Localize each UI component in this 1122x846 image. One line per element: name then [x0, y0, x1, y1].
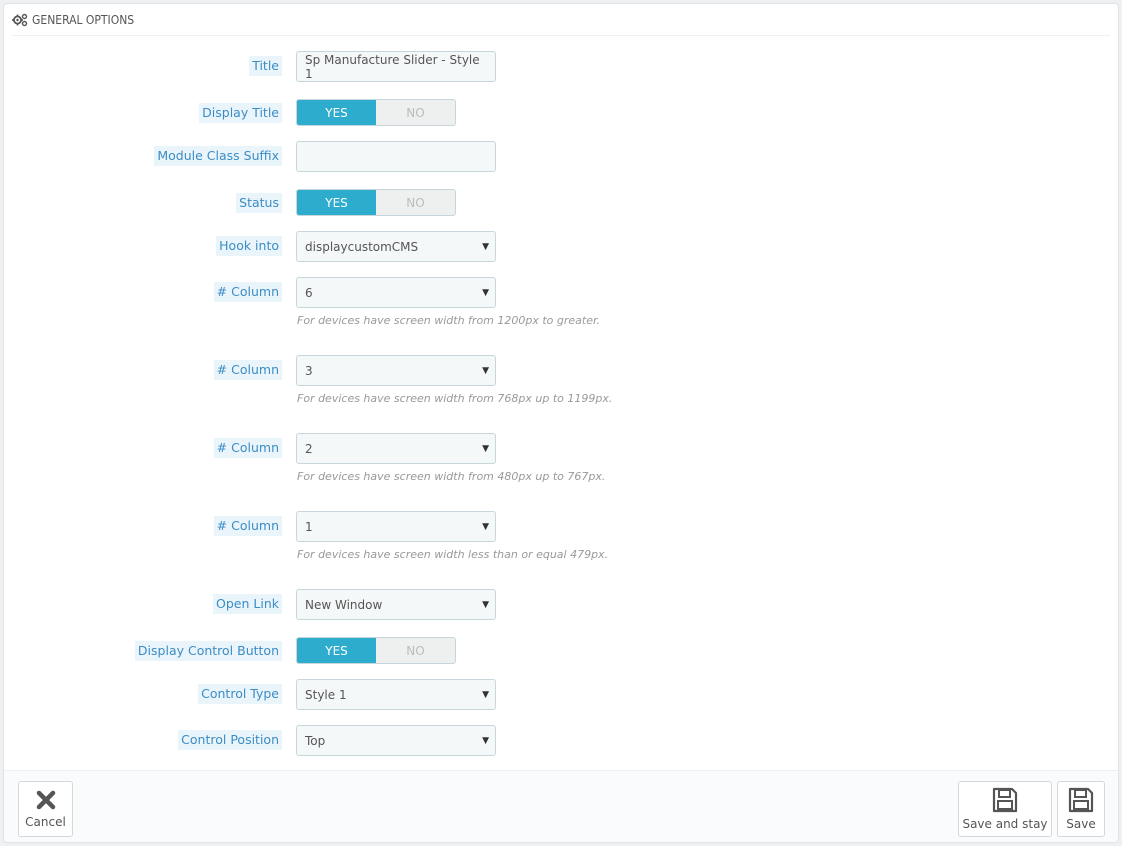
control-position-row: Control Position Top ▼ — [4, 725, 1118, 756]
column-help: For devices have screen width less than … — [297, 548, 609, 561]
caret-down-icon: ▼ — [482, 366, 489, 376]
column-row-xsmall: # Column 1 ▼ For devices have screen wid… — [4, 511, 1118, 561]
title-input[interactable]: Sp Manufacture Slider - Style 1 — [296, 51, 496, 82]
panel-footer: Cancel Save and stay Save — [4, 770, 1118, 842]
column-label: # Column — [213, 360, 282, 380]
control-type-row: Control Type Style 1 ▼ — [4, 679, 1118, 710]
display-control-label: Display Control Button — [134, 640, 282, 661]
display-title-yes[interactable]: YES — [297, 100, 376, 125]
save-button[interactable]: Save — [1057, 781, 1105, 837]
column-label: # Column — [213, 438, 282, 458]
column-label: # Column — [213, 282, 282, 302]
column-value: 2 — [305, 441, 313, 456]
status-no[interactable]: NO — [376, 190, 455, 215]
general-options-panel: GENERAL OPTIONS Title Sp Manufacture Sli… — [3, 3, 1119, 843]
caret-down-icon: ▼ — [482, 736, 489, 746]
column-medium-select[interactable]: 3 ▼ — [296, 355, 496, 386]
module-class-suffix-input[interactable] — [296, 141, 496, 172]
save-label: Save — [1066, 817, 1096, 831]
cancel-button[interactable]: Cancel — [18, 781, 73, 837]
control-type-value: Style 1 — [305, 687, 347, 702]
suffix-label: Module Class Suffix — [154, 146, 282, 166]
floppy-disk-icon — [1068, 787, 1094, 813]
caret-down-icon: ▼ — [482, 288, 489, 298]
status-switch[interactable]: YES NO — [296, 189, 456, 216]
display-control-yes[interactable]: YES — [297, 638, 376, 663]
caret-down-icon: ▼ — [482, 444, 489, 454]
control-type-label: Control Type — [198, 684, 282, 704]
column-large-select[interactable]: 6 ▼ — [296, 277, 496, 308]
panel-heading: GENERAL OPTIONS — [12, 4, 1110, 36]
save-and-stay-label: Save and stay — [962, 817, 1048, 831]
column-value: 6 — [305, 285, 313, 300]
hook-value: displaycustomCMS — [305, 239, 419, 254]
column-help: For devices have screen width from 480px… — [297, 470, 606, 483]
open-link-label: Open Link — [213, 594, 282, 614]
floppy-disk-icon — [992, 787, 1018, 813]
control-type-select[interactable]: Style 1 ▼ — [296, 679, 496, 710]
caret-down-icon: ▼ — [482, 600, 489, 610]
column-row-medium: # Column 3 ▼ For devices have screen wid… — [4, 355, 1118, 405]
column-value: 3 — [305, 363, 313, 378]
column-help: For devices have screen width from 1200p… — [297, 314, 601, 327]
title-label: Title — [249, 56, 282, 76]
status-label: Status — [236, 192, 282, 213]
save-and-stay-button[interactable]: Save and stay — [958, 781, 1052, 837]
status-yes[interactable]: YES — [297, 190, 376, 215]
cogs-icon — [12, 13, 28, 27]
close-icon — [36, 790, 55, 810]
caret-down-icon: ▼ — [482, 242, 489, 252]
column-small-select[interactable]: 2 ▼ — [296, 433, 496, 464]
open-link-value: New Window — [305, 597, 383, 612]
column-label: # Column — [213, 516, 282, 536]
column-row-large: # Column 6 ▼ For devices have screen wid… — [4, 277, 1118, 327]
column-xsmall-select[interactable]: 1 ▼ — [296, 511, 496, 542]
caret-down-icon: ▼ — [482, 690, 489, 700]
control-position-value: Top — [305, 733, 326, 748]
cancel-label: Cancel — [25, 815, 66, 829]
column-help: For devices have screen width from 768px… — [297, 392, 613, 405]
control-position-select[interactable]: Top ▼ — [296, 725, 496, 756]
hook-label: Hook into — [216, 236, 282, 256]
display-control-switch[interactable]: YES NO — [296, 637, 456, 664]
display-control-no[interactable]: NO — [376, 638, 455, 663]
hook-row: Hook into displaycustomCMS ▼ — [4, 231, 1118, 262]
hook-select[interactable]: displaycustomCMS ▼ — [296, 231, 496, 262]
open-link-select[interactable]: New Window ▼ — [296, 589, 496, 620]
display-title-no[interactable]: NO — [376, 100, 455, 125]
open-link-row: Open Link New Window ▼ — [4, 589, 1118, 620]
column-row-small: # Column 2 ▼ For devices have screen wid… — [4, 433, 1118, 483]
display-title-label: Display Title — [199, 102, 282, 123]
caret-down-icon: ▼ — [482, 522, 489, 532]
column-value: 1 — [305, 519, 313, 534]
display-title-switch[interactable]: YES NO — [296, 99, 456, 126]
panel-title: GENERAL OPTIONS — [32, 12, 135, 27]
control-position-label: Control Position — [178, 730, 282, 750]
